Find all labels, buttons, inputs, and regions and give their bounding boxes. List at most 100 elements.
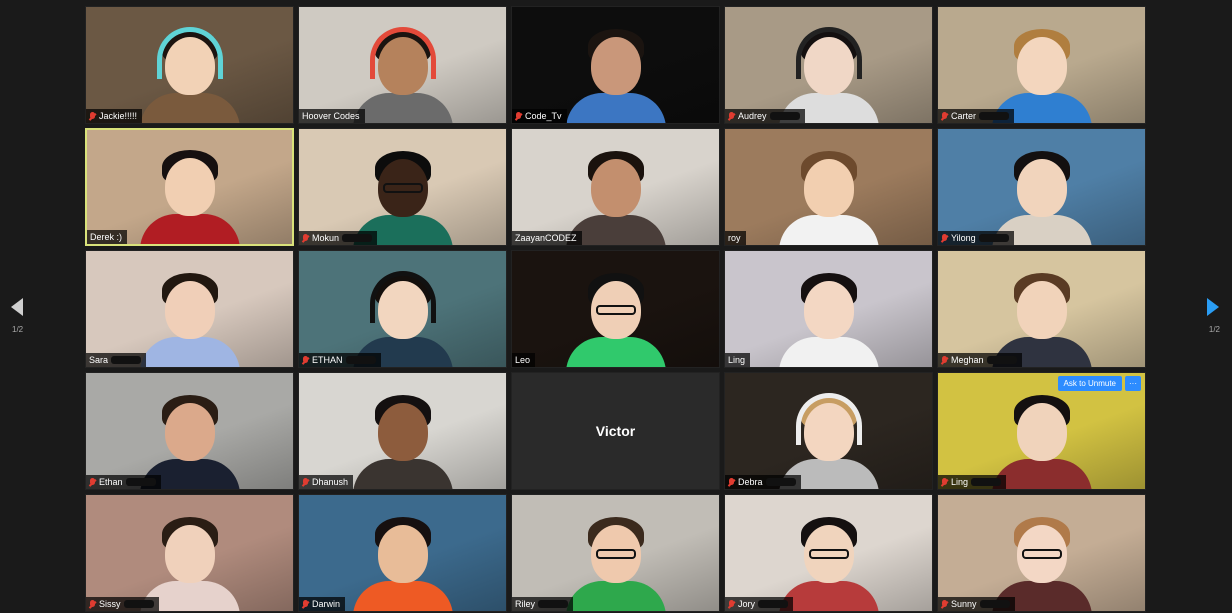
participant-name-tag: Debra — [725, 475, 801, 489]
participant-tile[interactable]: Carter — [937, 6, 1146, 124]
participant-tile[interactable]: Jackie!!!!! — [85, 6, 294, 124]
participant-avatar — [352, 507, 453, 611]
participant-name-tag: ETHAN — [299, 353, 381, 367]
participant-name: Ethan — [99, 477, 123, 487]
participant-name-tag: roy — [725, 231, 746, 245]
participant-name-tag: Sunny — [938, 597, 1015, 611]
video-feed — [299, 495, 506, 611]
participant-avatar — [139, 263, 240, 367]
participant-tile[interactable]: Sissy — [85, 494, 294, 612]
tile-controls: Ask to Unmute ··· — [1057, 376, 1141, 391]
participant-name: Ling — [728, 355, 746, 365]
participant-name-tag: Jackie!!!!! — [86, 109, 143, 123]
participant-tile[interactable]: Ling Ask to Unmute ··· — [937, 372, 1146, 490]
participant-tile[interactable]: Debra — [724, 372, 933, 490]
participant-tile[interactable]: Ethan — [85, 372, 294, 490]
participant-name: Derek :) — [90, 232, 123, 242]
video-feed — [725, 373, 932, 489]
video-feed — [938, 129, 1145, 245]
participant-tile[interactable]: Meghan — [937, 250, 1146, 368]
redacted-surname — [125, 478, 156, 486]
participant-name: Sissy — [99, 599, 121, 609]
video-feed — [86, 373, 293, 489]
video-feed — [299, 7, 506, 123]
participant-name: Leo — [515, 355, 531, 365]
participant-name-tag: Meghan — [938, 353, 1022, 367]
participant-tile[interactable]: Hoover Codes — [298, 6, 507, 124]
participant-tile[interactable]: Darwin — [298, 494, 507, 612]
redacted-surname — [979, 112, 1010, 120]
muted-mic-icon — [941, 355, 948, 365]
muted-mic-icon — [941, 233, 948, 243]
participant-name-tag: Jory — [725, 597, 794, 611]
participant-tile[interactable]: Ling — [724, 250, 933, 368]
participant-avatar — [778, 263, 879, 367]
muted-mic-icon — [515, 111, 522, 121]
participant-name: Yilong — [951, 233, 976, 243]
participant-tile[interactable]: Derek :) — [85, 128, 294, 246]
more-options-button[interactable]: ··· — [1125, 376, 1141, 391]
participant-avatar — [778, 507, 879, 611]
participant-name-center: Victor — [595, 423, 636, 439]
gallery-view-grid: Jackie!!!!! Hoover Codes Code_Tv Audrey Cart… — [85, 6, 1146, 612]
participant-avatar — [565, 507, 666, 611]
participant-name: Sara — [89, 355, 109, 365]
participant-tile[interactable]: ZaayanCODEZ — [511, 128, 720, 246]
participant-name-tag: Audrey — [725, 109, 805, 123]
participant-tile[interactable]: Sunny — [937, 494, 1146, 612]
participant-name-tag: Hoover Codes — [299, 109, 365, 123]
participant-name: Hoover Codes — [302, 111, 360, 121]
video-feed — [938, 7, 1145, 123]
participant-name: Debra — [738, 477, 763, 487]
video-feed — [299, 129, 506, 245]
participant-name-tag: Sissy — [86, 597, 159, 611]
participant-name-tag: Riley — [512, 597, 574, 611]
video-feed — [299, 251, 506, 367]
video-feed — [86, 251, 293, 367]
video-feed — [725, 495, 932, 611]
ask-to-unmute-button[interactable]: Ask to Unmute — [1057, 376, 1122, 391]
participant-tile[interactable]: Victor — [511, 372, 720, 490]
video-feed — [938, 495, 1145, 611]
participant-tile[interactable]: Riley — [511, 494, 720, 612]
muted-mic-icon — [302, 233, 309, 243]
participant-avatar — [139, 19, 240, 123]
participant-tile[interactable]: Audrey — [724, 6, 933, 124]
redacted-surname — [538, 600, 569, 608]
participant-name: Jackie!!!!! — [99, 111, 138, 121]
muted-mic-icon — [302, 477, 309, 487]
participant-tile[interactable]: ETHAN — [298, 250, 507, 368]
participant-tile[interactable]: Yilong — [937, 128, 1146, 246]
muted-mic-icon — [728, 111, 735, 121]
participant-name-tag: Ling — [938, 475, 1007, 489]
muted-mic-icon — [302, 355, 309, 365]
participant-tile[interactable]: Dhanush — [298, 372, 507, 490]
participant-avatar — [565, 19, 666, 123]
muted-mic-icon — [89, 599, 96, 609]
participant-tile[interactable]: Leo — [511, 250, 720, 368]
participant-tile[interactable]: Sara — [85, 250, 294, 368]
video-feed — [87, 130, 292, 244]
participant-name-tag: Mokun — [299, 231, 378, 245]
muted-mic-icon — [941, 599, 948, 609]
page-indicator-right: 1/2 — [1208, 325, 1220, 334]
participant-name-tag: Carter — [938, 109, 1015, 123]
participant-name-tag: Yilong — [938, 231, 1014, 245]
participant-name: Sunny — [951, 599, 977, 609]
redacted-surname — [978, 234, 1009, 242]
redacted-surname — [123, 600, 154, 608]
participant-name-tag: Ling — [725, 353, 751, 367]
participant-tile[interactable]: Mokun — [298, 128, 507, 246]
video-feed — [512, 251, 719, 367]
prev-page-arrow[interactable] — [11, 298, 23, 316]
participant-tile[interactable]: roy — [724, 128, 933, 246]
next-page-arrow[interactable] — [1207, 298, 1219, 316]
participant-tile[interactable]: Code_Tv — [511, 6, 720, 124]
participant-name: Carter — [951, 111, 977, 121]
video-feed — [512, 129, 719, 245]
participant-tile[interactable]: Jory — [724, 494, 933, 612]
muted-mic-icon — [728, 599, 735, 609]
video-feed — [512, 495, 719, 611]
participant-name-tag: Darwin — [299, 597, 346, 611]
participant-name-tag: Dhanush — [299, 475, 354, 489]
